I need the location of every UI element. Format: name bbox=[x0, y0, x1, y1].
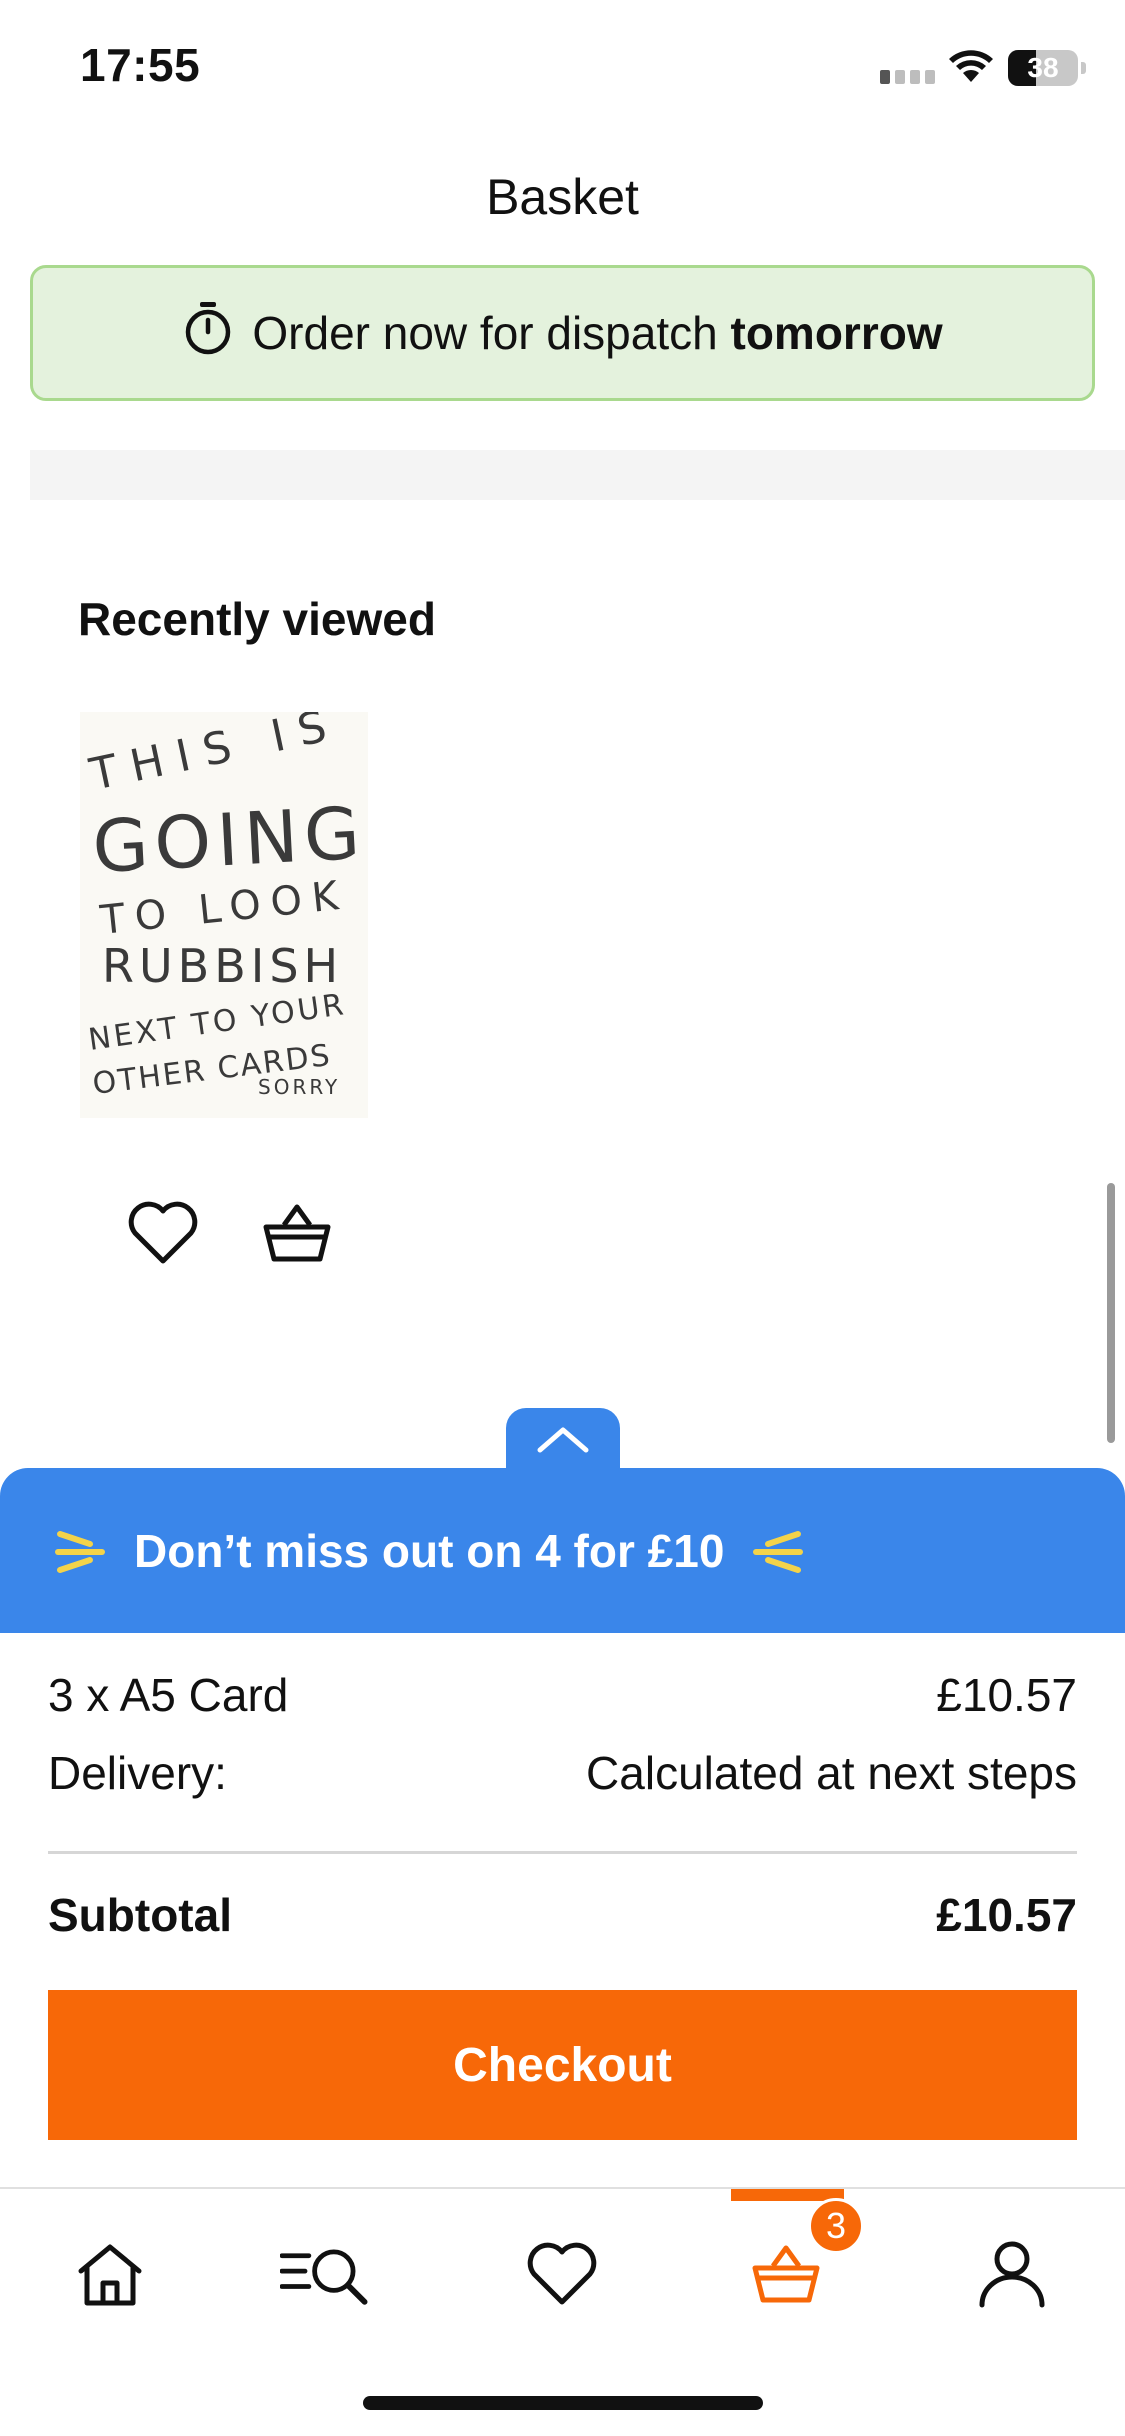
summary-subtotal-row: Subtotal £10.57 bbox=[48, 1888, 1077, 1942]
battery-level: 38 bbox=[1027, 52, 1059, 83]
sparkle-icon bbox=[55, 1530, 105, 1573]
status-time: 17:55 bbox=[80, 39, 201, 91]
card-line-7: SORRY bbox=[258, 1075, 340, 1099]
subtotal-value: £10.57 bbox=[936, 1889, 1077, 1941]
basket-count-badge: 3 bbox=[808, 2198, 864, 2254]
basket-icon[interactable] bbox=[259, 1195, 335, 1271]
account-icon bbox=[979, 2241, 1045, 2308]
card-line-1: THIS IS bbox=[85, 712, 345, 801]
home-icon bbox=[78, 2244, 142, 2306]
card-line-4: RUBBISH bbox=[102, 939, 343, 993]
heart-icon bbox=[527, 2242, 597, 2305]
signal-icon bbox=[880, 70, 936, 84]
promo-bar[interactable]: Don’t miss out on 4 for £10 bbox=[0, 1468, 1125, 1633]
battery-icon: 38 bbox=[1008, 50, 1086, 86]
dispatch-text: Order now for dispatch tomorrow bbox=[252, 306, 942, 360]
tab-favourites[interactable] bbox=[512, 2229, 612, 2319]
subtotal-label: Subtotal bbox=[48, 1889, 232, 1941]
recently-viewed-actions bbox=[125, 1195, 335, 1271]
scrollbar[interactable] bbox=[1107, 1183, 1115, 1443]
wifi-icon bbox=[948, 48, 994, 89]
checkout-button[interactable]: Checkout bbox=[48, 1990, 1077, 2140]
heart-icon[interactable] bbox=[125, 1195, 201, 1271]
items-label: 3 x A5 Card bbox=[48, 1669, 289, 1721]
home-indicator[interactable] bbox=[363, 2396, 763, 2410]
promo-text: Don’t miss out on 4 for £10 bbox=[134, 1524, 725, 1577]
sheet-toggle-button[interactable] bbox=[506, 1408, 620, 1470]
search-menu-icon bbox=[280, 2249, 368, 2305]
delivery-value: Calculated at next steps bbox=[586, 1747, 1077, 1799]
tab-account[interactable] bbox=[962, 2229, 1062, 2319]
summary-delivery-row: Delivery: Calculated at next steps bbox=[48, 1746, 1077, 1800]
card-artwork: THIS IS GOING TO LOOK RUBBISH NEXT TO YO… bbox=[85, 712, 368, 1102]
section-divider bbox=[30, 450, 1125, 500]
page-title: Basket bbox=[486, 169, 639, 225]
recently-viewed-title: Recently viewed bbox=[78, 593, 436, 645]
recently-viewed-card-image[interactable]: THIS IS GOING TO LOOK RUBBISH NEXT TO YO… bbox=[80, 712, 368, 1118]
items-price: £10.57 bbox=[936, 1669, 1077, 1721]
tab-search[interactable] bbox=[280, 2229, 380, 2319]
timer-icon bbox=[182, 300, 234, 367]
tab-home[interactable] bbox=[60, 2229, 160, 2319]
chevron-up-icon bbox=[537, 1427, 589, 1453]
sparkle-icon bbox=[753, 1530, 804, 1573]
status-bar: 17:55 38 bbox=[0, 0, 1125, 130]
dispatch-banner: Order now for dispatch tomorrow bbox=[30, 265, 1095, 401]
dispatch-text-emphasis: tomorrow bbox=[730, 307, 943, 359]
summary-divider bbox=[48, 1851, 1077, 1854]
delivery-label: Delivery: bbox=[48, 1747, 227, 1799]
basket-icon bbox=[752, 2245, 820, 2303]
summary-items-row: 3 x A5 Card £10.57 bbox=[48, 1668, 1077, 1722]
dispatch-text-main: Order now for dispatch bbox=[252, 307, 718, 359]
